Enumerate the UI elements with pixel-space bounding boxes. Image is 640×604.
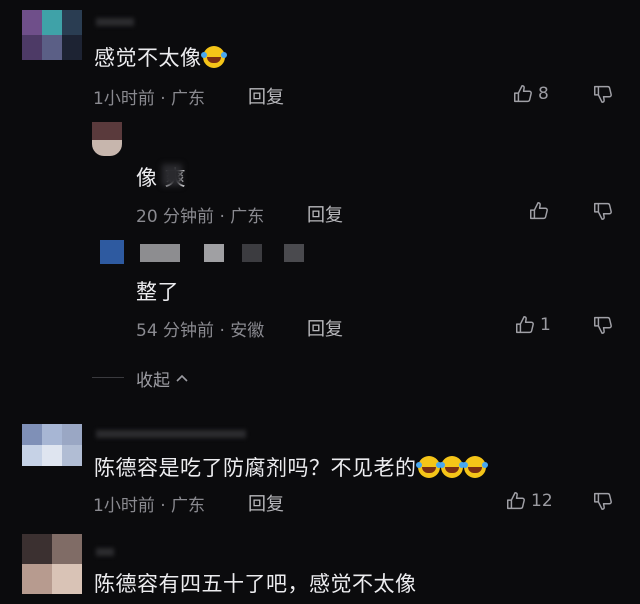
- like-button[interactable]: [528, 200, 554, 222]
- collapse-divider: [92, 377, 124, 378]
- thumbs-down-icon: [594, 85, 612, 103]
- thumbs-up-icon: [507, 492, 525, 510]
- like-button[interactable]: 12: [505, 490, 553, 512]
- reply-button[interactable]: 回复: [248, 490, 284, 516]
- comment-text: 整了: [136, 280, 179, 304]
- comment-meta: 54 分钟前 · 安徽: [136, 321, 265, 341]
- comment-text: 陈德容是吃了防腐剂吗？不见老的: [94, 452, 486, 482]
- thumbs-up-icon: [530, 202, 548, 220]
- dislike-button[interactable]: [592, 83, 614, 109]
- dislike-button[interactable]: [592, 314, 614, 340]
- thumbs-down-icon: [594, 202, 612, 220]
- dislike-button[interactable]: [592, 200, 614, 226]
- laughing-emoji-icon: [415, 456, 440, 478]
- thumbs-down-icon: [594, 316, 612, 334]
- laughing-emoji-icon: [461, 456, 486, 478]
- blurred-text-patch: [162, 164, 182, 186]
- like-button[interactable]: 8: [512, 83, 549, 105]
- like-button[interactable]: 1: [514, 314, 551, 336]
- thumbs-up-icon: [514, 85, 532, 103]
- collapse-label: 收起: [136, 371, 170, 391]
- comment-text: 感觉不太像: [94, 42, 225, 72]
- laughing-emoji-icon: [438, 456, 463, 478]
- chevron-up-icon: [176, 374, 188, 382]
- thumbs-up-icon: [516, 316, 534, 334]
- dislike-button[interactable]: [592, 490, 614, 516]
- avatar[interactable]: [100, 240, 124, 264]
- comment-text: 陈德容有四五十了吧，感觉不太像: [94, 572, 417, 596]
- username-blurred[interactable]: [96, 548, 114, 556]
- avatar[interactable]: [92, 122, 122, 156]
- username-blurred[interactable]: [96, 18, 134, 26]
- comment-meta: 1小时前 · 广东: [93, 89, 206, 109]
- comment-body: 陈德容是吃了防腐剂吗？不见老的: [94, 456, 417, 480]
- like-count: 8: [538, 84, 549, 104]
- thumbs-down-icon: [594, 492, 612, 510]
- reply-button[interactable]: 回复: [307, 201, 343, 227]
- username-blurred[interactable]: [96, 430, 246, 438]
- avatar[interactable]: [22, 534, 82, 594]
- avatar[interactable]: [22, 424, 82, 466]
- like-count: 12: [531, 491, 553, 511]
- reply-button[interactable]: 回复: [248, 83, 284, 109]
- avatar[interactable]: [22, 10, 82, 60]
- reply-button[interactable]: 回复: [307, 315, 343, 341]
- collapse-replies-button[interactable]: 收起: [136, 366, 189, 391]
- comment-body: 感觉不太像: [94, 46, 202, 70]
- comment-meta: 20 分钟前 · 广东: [136, 207, 265, 227]
- username-blurred[interactable]: [140, 244, 320, 262]
- laughing-emoji-icon: [200, 46, 225, 68]
- comment-meta: 1小时前 · 广东: [93, 496, 206, 516]
- like-count: 1: [540, 315, 551, 335]
